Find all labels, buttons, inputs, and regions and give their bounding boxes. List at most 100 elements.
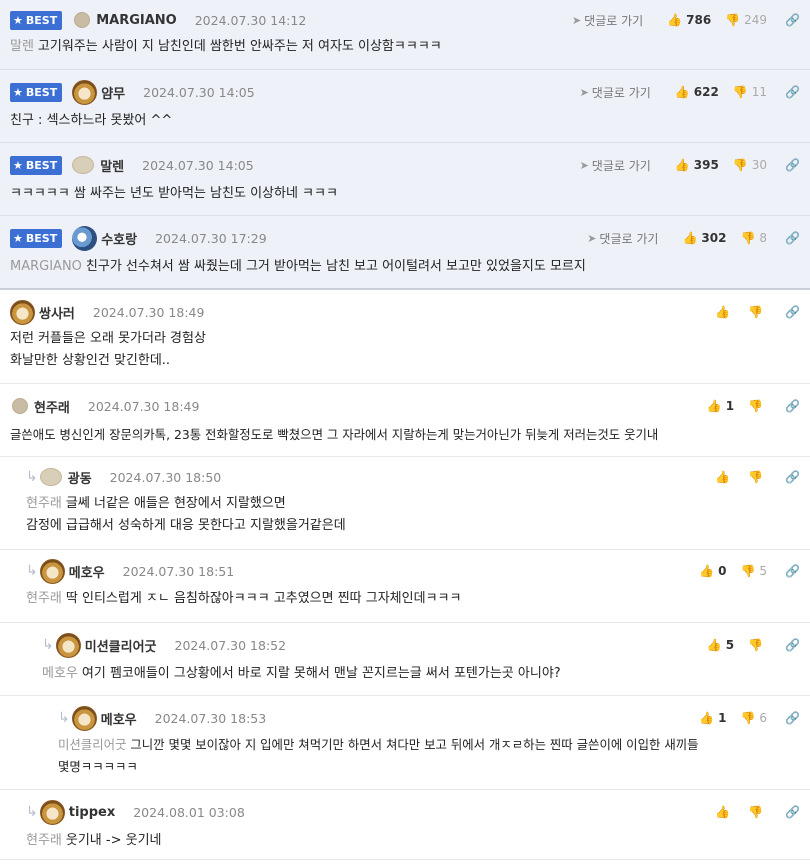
comment-body: ㅋㅋㅋㅋㅋ 쌈 싸주는 년도 받아먹는 남친도 이상하네 ㅋㅋㅋ [10,186,338,201]
thumbs-down-icon: 👎 [725,13,741,27]
upvote-button[interactable]: 👍 395 [675,158,719,172]
comment-nickname[interactable]: 광동 [68,468,92,487]
upvote-button[interactable]: 👍 622 [675,85,719,99]
goto-comment-link[interactable]: ➤ 댓글로 가기 [580,157,651,174]
comment-item: ↳ tippex 2024.08.01 03:08 👍 👎 🔗 현주래 웃기내 -… [0,790,810,860]
comment-date: 2024.07.30 14:05 [143,84,255,100]
avatar[interactable] [72,79,98,105]
downvote-button[interactable]: 👎 11 [733,85,767,99]
comment-date: 2024.07.30 18:49 [87,398,200,414]
downvote-button[interactable]: 👎 5 [740,564,767,578]
comment-date: 2024.07.30 17:29 [155,230,267,246]
reply-target[interactable]: 현주래 [26,496,62,511]
comment-item: ★ BEST MARGIANO 2024.07.30 14:12 ➤ 댓글로 가기 … [0,0,810,70]
downvote-button[interactable]: 👎 249 [725,13,767,27]
downvote-button[interactable]: 👎 30 [733,158,767,172]
avatar[interactable] [39,799,65,825]
comment-body: 현주래 글쎄 너같은 애들은 현장에서 지랄했으면 감정에 급급해서 성숙하게 대… [26,496,346,533]
upvote-button[interactable]: 👍 786 [667,13,711,27]
link-icon[interactable]: 🔗 [785,305,800,319]
downvote-button[interactable]: 👎 [748,305,767,319]
link-icon[interactable]: 🔗 [785,470,800,484]
thumbs-up-icon: 👍 [715,805,731,819]
comment-nickname[interactable]: 미션클리어굿 [85,636,157,655]
comment-nickname[interactable]: 쌍사러 [39,303,75,322]
link-icon[interactable]: 🔗 [785,399,800,413]
upvote-button[interactable]: 👍 0 [699,564,726,578]
comment-nickname[interactable]: 말렌 [100,156,124,175]
upvote-button[interactable]: 👍 1 [699,711,726,725]
downvote-button[interactable]: 👎 [748,470,767,484]
avatar[interactable] [10,299,35,325]
thumbs-down-icon: 👎 [748,305,764,319]
star-icon: ★ [13,158,23,172]
comment-nickname[interactable]: MARGIANO [96,13,177,28]
link-icon[interactable]: 🔗 [785,158,800,172]
avatar[interactable] [55,632,81,658]
upvote-button[interactable]: 👍 [715,470,734,484]
thumbs-down-icon: 👎 [740,231,756,245]
downvote-button[interactable]: 👎 [748,805,767,819]
avatar[interactable] [39,558,65,584]
goto-comment-link[interactable]: ➤ 댓글로 가기 [587,230,658,247]
goto-comment-link[interactable]: ➤ 댓글로 가기 [572,12,643,29]
avatar[interactable] [71,705,97,731]
star-icon: ★ [13,231,23,245]
avatar[interactable] [39,468,62,486]
reply-target[interactable]: 현주래 [26,833,62,848]
comment-nickname[interactable]: 메호우 [101,709,137,728]
upvote-button[interactable]: 👍 302 [682,231,726,245]
thumbs-down-icon: 👎 [748,638,764,652]
comment-item: ↳ 광동 2024.07.30 18:50 👍 👎 🔗 현주래 글쎄 너같은 애들… [0,457,810,550]
reply-target[interactable]: 미션클리어굿 [58,737,126,752]
link-icon[interactable]: 🔗 [785,711,800,725]
upvote-button[interactable]: 👍 1 [707,399,734,413]
link-icon[interactable]: 🔗 [785,231,800,245]
downvote-button[interactable]: 👎 6 [740,711,767,725]
link-icon[interactable]: 🔗 [785,13,800,27]
link-icon[interactable]: 🔗 [785,85,800,99]
comment-nickname[interactable]: 수호랑 [101,229,137,248]
reply-target[interactable]: 현주래 [26,591,62,606]
reply-arrow-icon: ↳ [58,710,70,726]
comment-body: 저런 커플들은 오래 못가더라 경험상 화날만한 상황인건 맞긴한데.. [10,331,206,368]
thumbs-up-icon: 👍 [715,305,731,319]
link-icon[interactable]: 🔗 [785,638,800,652]
thumbs-down-icon: 👎 [740,711,756,725]
send-arrow-icon: ➤ [579,85,589,99]
reply-target[interactable]: MARGIANO [10,259,82,274]
avatar[interactable] [72,156,95,174]
star-icon: ★ [13,85,23,99]
downvote-button[interactable]: 👎 8 [740,231,767,245]
link-icon[interactable]: 🔗 [785,564,800,578]
comment-date: 2024.07.30 14:05 [142,157,254,173]
send-arrow-icon: ➤ [571,13,582,27]
upvote-button[interactable]: 👍 5 [707,638,734,652]
thumbs-down-icon: 👎 [748,470,764,484]
upvote-button[interactable]: 👍 [715,305,734,319]
comment-nickname[interactable]: 얌무 [101,83,125,102]
comment-nickname[interactable]: 현주래 [34,397,70,416]
avatar[interactable] [74,12,91,28]
downvote-button[interactable]: 👎 [748,399,767,413]
comment-nickname[interactable]: 메호우 [69,562,105,581]
link-icon[interactable]: 🔗 [785,805,800,819]
downvote-button[interactable]: 👎 [748,638,767,652]
comment-item: 쌍사러 2024.07.30 18:49 👍 👎 🔗 저런 커플들은 오래 못가… [0,290,810,384]
avatar[interactable] [72,225,98,251]
reply-target[interactable]: 말렌 [10,39,34,54]
comment-item: 현주래 2024.07.30 18:49 👍 1 👎 🔗 글쓴애도 병신인게 장문… [0,384,810,457]
reply-arrow-icon: ↳ [26,469,38,485]
comment-date: 2024.07.30 14:12 [194,12,307,28]
comment-nickname[interactable]: tippex [69,805,115,820]
comment-item: ★ BEST 말렌 2024.07.30 14:05 ➤ 댓글로 가기 👍 395 👎… [0,143,810,216]
comment-item: ★ BEST 수호랑 2024.07.30 17:29 ➤ 댓글로 가기 👍 302 … [0,216,810,290]
thumbs-down-icon: 👎 [748,805,764,819]
avatar[interactable] [12,398,28,414]
comment-item: ★ BEST 얌무 2024.07.30 14:05 ➤ 댓글로 가기 👍 622 👎… [0,70,810,143]
comment-item: ↳ 메호우 2024.07.30 18:51 👍 0 👎 5 🔗 현주래 딱 인티스럽… [0,550,810,623]
reply-target[interactable]: 메호우 [42,666,78,681]
upvote-button[interactable]: 👍 [715,805,734,819]
goto-comment-link[interactable]: ➤ 댓글로 가기 [580,84,651,101]
thumbs-up-icon: 👍 [715,470,731,484]
